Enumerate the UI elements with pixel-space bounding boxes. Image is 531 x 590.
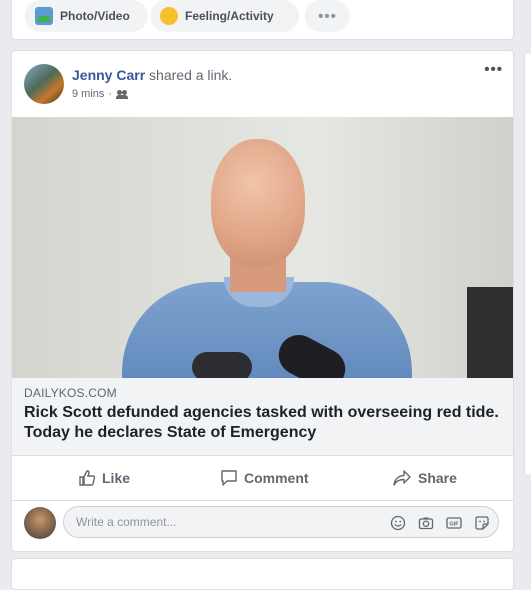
comment-composer: GIF (12, 501, 513, 551)
author-avatar[interactable] (24, 64, 64, 104)
link-domain: DAILYKOS.COM (24, 386, 117, 400)
meta-separator: · (108, 88, 113, 100)
like-button[interactable]: Like (78, 456, 130, 500)
link-headline[interactable]: Rick Scott defunded agencies tasked with… (24, 403, 509, 443)
comment-label: Comment (244, 470, 309, 486)
comment-bubble-icon (221, 470, 237, 486)
photo-video-button[interactable]: Photo/Video (25, 0, 148, 32)
like-label: Like (102, 470, 131, 486)
post-timestamp[interactable]: 9 mins (72, 88, 104, 100)
smiley-icon (160, 7, 178, 25)
share-button[interactable]: Share (392, 456, 457, 500)
svg-text:GIF: GIF (449, 522, 459, 528)
feeling-activity-label: Feeling/Activity (185, 9, 274, 23)
share-label: Share (418, 470, 457, 486)
thumbs-up-icon (79, 470, 96, 486)
comment-button[interactable]: Comment (220, 456, 309, 500)
photo-video-label: Photo/Video (60, 9, 130, 23)
comment-input[interactable] (74, 514, 378, 530)
link-preview-text[interactable]: DAILYKOS.COM Rick Scott defunded agencie… (12, 378, 513, 456)
friends-audience-icon[interactable] (116, 89, 129, 99)
post-actions-bar: Like Comment Share (12, 456, 513, 501)
right-column-edge (524, 54, 531, 474)
post-header-line: Jenny Carr shared a link. (72, 67, 232, 83)
post-action-text: shared a link. (149, 67, 233, 83)
author-name-link[interactable]: Jenny Carr (72, 67, 145, 83)
share-arrow-icon (393, 470, 411, 486)
person-head (211, 139, 305, 267)
background-door (467, 287, 513, 378)
post-composer-options: Photo/Video Feeling/Activity ••• (11, 0, 514, 40)
sticker-icon[interactable] (474, 515, 490, 531)
post-options-button[interactable]: ••• (484, 61, 503, 78)
link-preview-image[interactable]: i (12, 117, 513, 378)
camera-icon[interactable] (418, 515, 434, 531)
feeling-activity-button[interactable]: Feeling/Activity (150, 0, 299, 32)
microphone-secondary (192, 352, 252, 378)
emoji-icon[interactable] (390, 515, 406, 531)
current-user-avatar[interactable] (24, 507, 56, 539)
composer-more-button[interactable]: ••• (305, 0, 350, 32)
feed-post: Jenny Carr shared a link. 9 mins · ••• i… (11, 50, 514, 552)
next-feed-post (11, 558, 514, 590)
photo-icon (35, 7, 53, 25)
more-dots-icon: ••• (318, 7, 337, 25)
gif-icon[interactable]: GIF (446, 515, 462, 531)
post-meta: 9 mins · (72, 88, 129, 100)
comment-input-wrapper[interactable]: GIF (63, 506, 499, 538)
